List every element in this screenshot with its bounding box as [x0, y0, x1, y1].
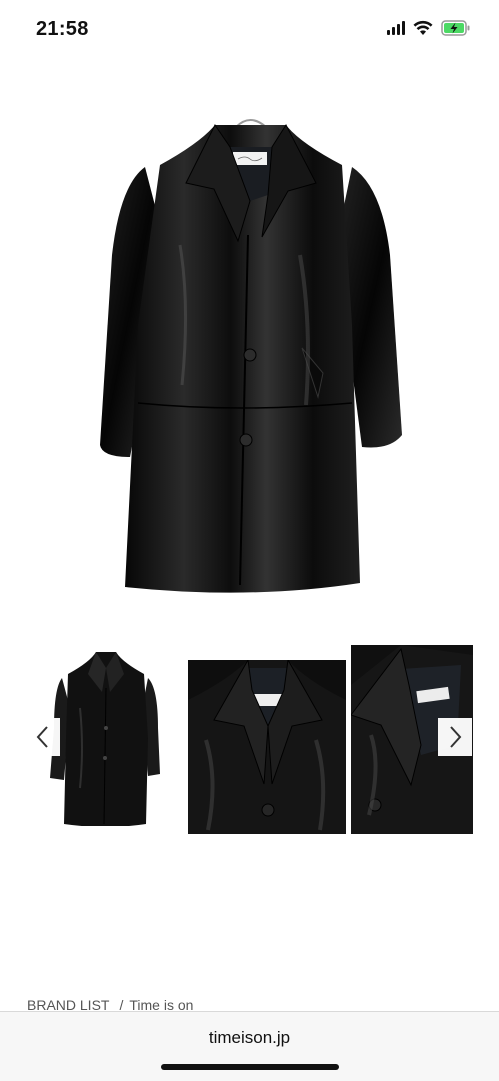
signal-icon [387, 21, 405, 35]
coat-collar-thumbnail [188, 660, 346, 834]
status-icons [387, 20, 471, 36]
browser-domain[interactable]: timeison.jp [0, 1028, 499, 1048]
chevron-left-icon [36, 726, 48, 748]
chevron-right-icon [450, 726, 462, 748]
thumbnail-2[interactable] [188, 660, 346, 834]
coat-front-thumbnail [50, 652, 160, 826]
browser-address-bar[interactable]: timeison.jp [0, 1011, 499, 1081]
carousel-prev-button[interactable] [26, 718, 60, 756]
status-time: 21:58 [36, 18, 89, 40]
battery-charging-icon [441, 20, 470, 36]
carousel-next-button[interactable] [438, 718, 472, 756]
wifi-icon [413, 20, 433, 35]
product-main-image[interactable] [90, 105, 410, 600]
status-bar: 21:58 [0, 0, 499, 60]
thumbnail-carousel [0, 640, 499, 840]
thumbnail-1[interactable] [50, 648, 162, 826]
home-indicator[interactable] [161, 1064, 339, 1070]
leather-coat-image [100, 119, 402, 593]
